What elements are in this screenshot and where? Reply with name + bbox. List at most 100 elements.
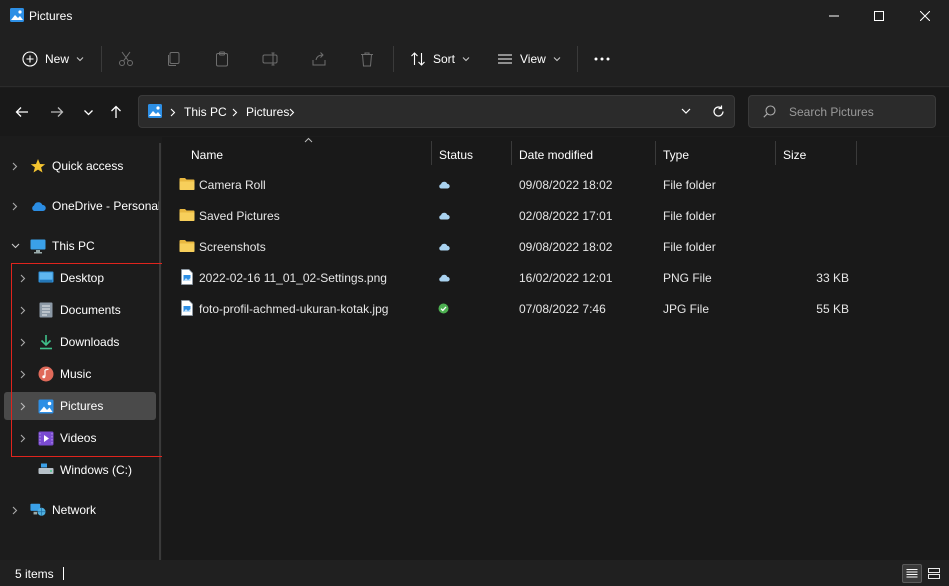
refresh-icon: [712, 105, 724, 117]
column-header-name[interactable]: Name: [191, 143, 223, 167]
file-name: 2022-02-16 11_01_02-Settings.png: [199, 271, 387, 285]
file-date: 02/08/2022 17:01: [519, 209, 613, 223]
column-header-date-modified[interactable]: Date modified: [519, 143, 593, 167]
expand-chevron-icon[interactable]: [18, 273, 28, 283]
chevron-down-icon: [553, 57, 561, 62]
sidebar-item-onedrive[interactable]: OneDrive - Personal: [4, 192, 161, 220]
sidebar-item-network[interactable]: Network: [4, 496, 159, 524]
address-history-button[interactable]: [679, 104, 693, 118]
column-divider[interactable]: [655, 141, 656, 165]
breadcrumb-this-pc[interactable]: This PC: [184, 105, 227, 119]
sidebar-item-this-pc[interactable]: This PC: [4, 232, 159, 260]
search-box[interactable]: [748, 95, 936, 128]
refresh-button[interactable]: [711, 104, 725, 118]
address-bar[interactable]: This PC Pictures: [138, 95, 735, 128]
sidebar-item-pictures[interactable]: Pictures: [4, 392, 156, 420]
share-icon: [312, 52, 326, 66]
expand-chevron-icon[interactable]: [18, 369, 28, 379]
sidebar-item-label: OneDrive - Personal: [52, 199, 161, 213]
share-button[interactable]: [311, 44, 327, 74]
cut-button[interactable]: [118, 44, 134, 74]
column-header-type[interactable]: Type: [663, 143, 689, 167]
breadcrumb-pictures[interactable]: Pictures: [246, 105, 289, 119]
view-label: View: [520, 52, 546, 66]
breadcrumb-separator[interactable]: [287, 105, 297, 119]
column-header-status[interactable]: Status: [439, 143, 473, 167]
file-type: PNG File: [663, 271, 712, 285]
folder-icon: [179, 240, 195, 252]
sort-button[interactable]: Sort: [410, 44, 470, 74]
sidebar-item-quick-access[interactable]: Quick access: [4, 152, 159, 180]
column-divider[interactable]: [856, 141, 857, 165]
sort-ascending-icon: [304, 137, 313, 143]
file-date: 09/08/2022 18:02: [519, 178, 613, 192]
chevron-down-icon: [83, 109, 93, 115]
tiles-view-button[interactable]: [924, 564, 944, 583]
expand-chevron-icon[interactable]: [18, 337, 28, 347]
back-button[interactable]: [12, 102, 32, 122]
view-button[interactable]: View: [497, 44, 561, 74]
new-button[interactable]: New: [22, 44, 84, 74]
search-input[interactable]: [789, 102, 929, 122]
sidebar-item-videos[interactable]: Videos: [12, 424, 159, 452]
breadcrumb-separator[interactable]: [230, 105, 240, 119]
sidebar-item-documents[interactable]: Documents: [12, 296, 159, 324]
file-name: foto-profil-achmed-ukuran-kotak.jpg: [199, 302, 389, 316]
videos-icon: [38, 430, 54, 446]
details-view-button[interactable]: [902, 564, 922, 583]
command-bar: New Sort View: [0, 32, 949, 87]
folder-icon: [179, 178, 195, 190]
sidebar-item-music[interactable]: Music: [12, 360, 159, 388]
expand-chevron-icon[interactable]: [18, 305, 28, 315]
sidebar-item-windows-drive[interactable]: Windows (C:): [12, 456, 159, 484]
breadcrumb-separator[interactable]: [168, 105, 178, 119]
column-divider[interactable]: [431, 141, 432, 165]
view-lines-icon: [498, 54, 512, 64]
file-date: 16/02/2022 12:01: [519, 271, 613, 285]
copy-button[interactable]: [166, 44, 182, 74]
expand-chevron-icon[interactable]: [10, 161, 20, 171]
sidebar-item-label: Music: [60, 367, 92, 381]
tiles-view-icon: [928, 568, 940, 579]
minimize-button[interactable]: [811, 0, 857, 32]
expand-chevron-icon[interactable]: [10, 201, 20, 211]
paste-button[interactable]: [214, 44, 230, 74]
sidebar-item-label: Pictures: [60, 399, 104, 413]
collapse-chevron-icon[interactable]: [10, 241, 20, 251]
expand-chevron-icon[interactable]: [10, 505, 20, 515]
forward-button[interactable]: [47, 102, 67, 122]
expand-chevron-icon[interactable]: [18, 433, 28, 443]
sidebar-item-downloads[interactable]: Downloads: [12, 328, 159, 356]
sidebar-item-label: This PC: [52, 239, 95, 253]
more-dots-icon: [594, 57, 610, 61]
onedrive-cloud-icon: [30, 198, 46, 214]
copy-icon: [168, 52, 180, 66]
rename-button[interactable]: [262, 44, 278, 74]
sidebar-scrollbar[interactable]: [159, 143, 161, 560]
network-icon: [30, 502, 46, 518]
file-row-foto-profil-jpg[interactable]: foto-profil-achmed-ukuran-kotak.jpg 07/0…: [174, 295, 864, 323]
pictures-location-icon: [148, 104, 162, 118]
file-row-saved-pictures[interactable]: Saved Pictures 02/08/2022 17:01 File fol…: [174, 202, 864, 230]
sidebar-item-label: Documents: [60, 303, 121, 317]
close-button[interactable]: [902, 0, 948, 32]
up-button[interactable]: [106, 102, 126, 122]
delete-button[interactable]: [359, 44, 375, 74]
folder-icon: [179, 209, 195, 221]
recent-locations-button[interactable]: [78, 102, 98, 122]
file-row-settings-png[interactable]: 2022-02-16 11_01_02-Settings.png 16/02/2…: [174, 264, 864, 292]
more-options-button[interactable]: [593, 44, 611, 74]
cloud-status-icon: [439, 181, 450, 189]
maximize-button[interactable]: [856, 0, 902, 32]
file-date: 07/08/2022 7:46: [519, 302, 606, 316]
sidebar-item-desktop[interactable]: Desktop: [12, 264, 159, 292]
file-row-camera-roll[interactable]: Camera Roll 09/08/2022 18:02 File folder: [174, 171, 864, 199]
file-row-screenshots[interactable]: Screenshots 09/08/2022 18:02 File folder: [174, 233, 864, 261]
column-header-size[interactable]: Size: [783, 143, 806, 167]
column-divider[interactable]: [511, 141, 512, 165]
star-icon: [30, 158, 46, 174]
status-bar: 5 items: [0, 560, 949, 586]
expand-chevron-icon[interactable]: [18, 401, 28, 411]
arrow-up-icon: [111, 105, 121, 118]
column-divider[interactable]: [775, 141, 776, 165]
